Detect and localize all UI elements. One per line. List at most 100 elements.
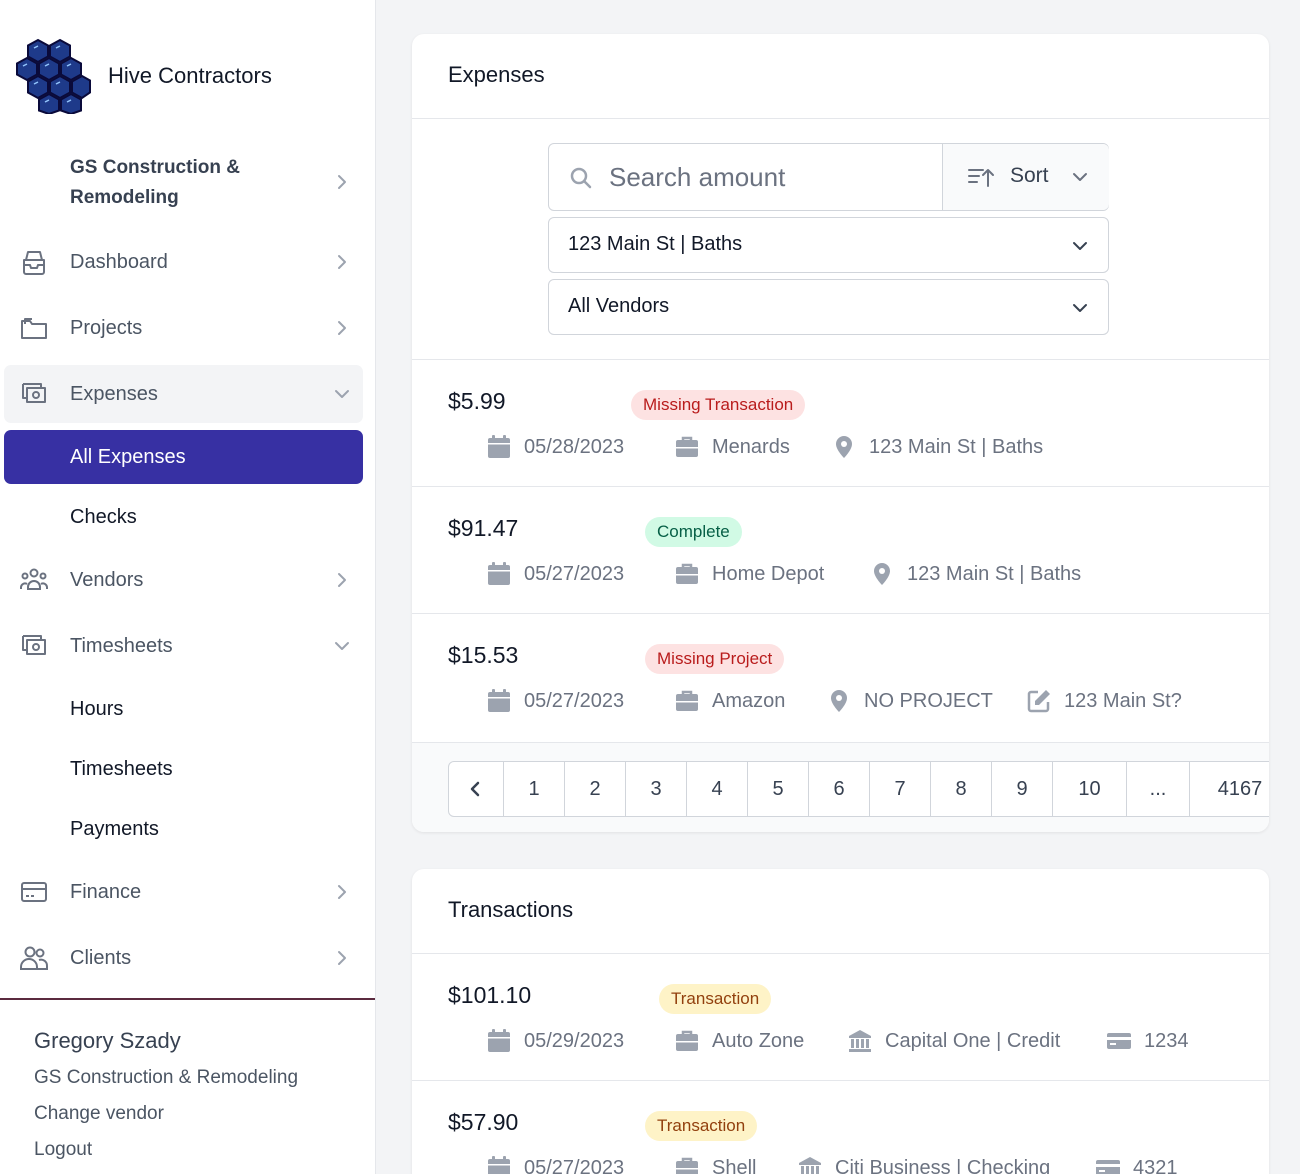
nav-payments-label: Payments xyxy=(70,817,159,840)
nav-finance-label: Finance xyxy=(70,880,142,903)
inbox-icon xyxy=(23,251,45,275)
expense-vendor-text: Amazon xyxy=(712,689,786,712)
chevron-down-icon xyxy=(335,390,349,398)
expense-date-text: 05/27/2023 xyxy=(524,689,625,712)
expense-row[interactable]: $15.53 Missing Project 05/27/2023 Amazon… xyxy=(412,613,1269,740)
nav-all-expenses[interactable]: All Expenses xyxy=(4,430,363,484)
transaction-row[interactable]: $101.10 Transaction 05/29/2023 Auto Zone… xyxy=(412,953,1269,1080)
hive-logo-icon xyxy=(16,38,91,114)
org-switcher-label[interactable]: GS Construction & Remodeling xyxy=(70,153,290,213)
nav-dashboard[interactable]: Dashboard xyxy=(4,233,363,291)
chevron-left-icon xyxy=(470,781,480,797)
vendor-filter-select[interactable]: All Vendors xyxy=(548,279,1109,335)
expense-project-text: 123 Main St | Baths xyxy=(869,435,1044,458)
expense-date-text: 05/28/2023 xyxy=(524,435,625,458)
project-filter-select[interactable]: 123 Main St | Baths xyxy=(548,217,1109,273)
chevron-down-icon xyxy=(1073,173,1087,181)
chevron-right-icon xyxy=(338,255,346,269)
expense-amount: $91.47 xyxy=(448,515,519,541)
brand-name: Hive Contractors xyxy=(108,63,272,88)
expense-project-text: 123 Main St | Baths xyxy=(907,562,1082,585)
user-name: Gregory Szady xyxy=(34,1028,181,1053)
expense-project: 123 Main St | Baths xyxy=(831,434,1043,460)
nav-expenses-label: Expenses xyxy=(70,382,158,405)
transaction-row[interactable]: $57.90 Transaction 05/27/2023 Shell Citi… xyxy=(412,1080,1269,1174)
nav-projects[interactable]: Projects xyxy=(4,299,363,357)
search-input[interactable] xyxy=(609,158,929,196)
expense-date: 05/27/2023 xyxy=(486,688,624,714)
transaction-account-text: Capital One | Credit xyxy=(885,1029,1061,1052)
expense-date-text: 05/27/2023 xyxy=(524,562,625,585)
page-button[interactable]: 8 xyxy=(931,762,992,816)
nav-expenses[interactable]: Expenses xyxy=(4,365,363,423)
nav-timesheets-label: Timesheets xyxy=(70,634,173,657)
page-button[interactable]: 4 xyxy=(687,762,748,816)
transaction-vendor-text: Auto Zone xyxy=(712,1029,805,1052)
nav-timesheets[interactable]: Timesheets xyxy=(4,617,363,675)
expense-project: NO PROJECT xyxy=(826,688,993,714)
logout-link[interactable]: Logout xyxy=(34,1139,92,1161)
page-button[interactable]: 2 xyxy=(565,762,626,816)
divider xyxy=(412,118,1269,119)
expense-amount: $15.53 xyxy=(448,642,519,668)
page-button[interactable]: 1 xyxy=(504,762,565,816)
page-button[interactable]: 7 xyxy=(870,762,931,816)
cash-icon xyxy=(22,383,46,403)
transaction-vendor-text: Shell xyxy=(712,1156,757,1174)
chevron-down-icon xyxy=(1073,242,1087,250)
expense-vendor-text: Menards xyxy=(712,435,790,458)
brand[interactable]: Hive Contractors xyxy=(14,38,272,114)
briefcase-icon xyxy=(676,436,698,457)
transaction-date-text: 05/29/2023 xyxy=(524,1029,625,1052)
nav-timesheets-sub[interactable]: Timesheets xyxy=(4,742,363,796)
change-vendor-link[interactable]: Change vendor xyxy=(34,1103,164,1125)
nav-finance[interactable]: Finance xyxy=(4,863,363,921)
cash-icon xyxy=(22,635,46,655)
expense-row[interactable]: $5.99 Missing Transaction 05/28/2023 Men… xyxy=(412,359,1269,486)
credit-card-icon xyxy=(1107,1033,1131,1049)
briefcase-icon xyxy=(676,1030,698,1051)
briefcase-icon xyxy=(676,690,698,711)
transaction-date-text: 05/27/2023 xyxy=(524,1156,625,1174)
nav-payments[interactable]: Payments xyxy=(4,802,363,856)
page-button[interactable]: 10 xyxy=(1053,762,1127,816)
page-ellipsis: ... xyxy=(1127,762,1190,816)
calendar-icon xyxy=(488,1156,510,1174)
chevron-right-icon xyxy=(338,321,346,335)
location-pin-icon xyxy=(831,690,847,712)
page-button[interactable]: 9 xyxy=(992,762,1053,816)
transaction-date: 05/27/2023 xyxy=(486,1155,624,1174)
nav-clients[interactable]: Clients xyxy=(4,929,363,987)
search-group: Sort xyxy=(548,143,1109,211)
sort-label: Sort xyxy=(1010,164,1049,187)
prev-page-button[interactable] xyxy=(449,762,504,816)
expense-note-text: 123 Main St? xyxy=(1064,689,1182,712)
page-button[interactable]: 4167 xyxy=(1190,762,1269,816)
expense-vendor: Menards xyxy=(674,434,790,460)
calendar-icon xyxy=(488,689,510,712)
sidebar-divider xyxy=(0,998,375,1000)
chevron-right-icon[interactable] xyxy=(332,172,352,192)
sort-button[interactable]: Sort xyxy=(942,144,1109,210)
transaction-card-text: 1234 xyxy=(1144,1029,1189,1052)
search-icon xyxy=(570,167,592,189)
pagination: 1 2 3 4 5 6 7 8 9 10 ... 4167 xyxy=(448,761,1269,817)
nav-all-expenses-label: All Expenses xyxy=(70,445,186,468)
page-button[interactable]: 3 xyxy=(626,762,687,816)
expense-row[interactable]: $91.47 Complete 05/27/2023 Home Depot 12… xyxy=(412,486,1269,613)
chevron-right-icon xyxy=(338,951,346,965)
expense-vendor: Home Depot xyxy=(674,561,824,587)
nav-checks[interactable]: Checks xyxy=(4,490,363,544)
nav-vendors[interactable]: Vendors xyxy=(4,551,363,609)
chevron-down-icon xyxy=(335,642,349,650)
pencil-square-icon xyxy=(1027,690,1050,713)
nav-clients-label: Clients xyxy=(70,946,132,969)
page-button[interactable]: 6 xyxy=(809,762,870,816)
nav-timesheets-sub-label: Timesheets xyxy=(70,757,173,780)
location-pin-icon xyxy=(874,563,890,585)
transaction-card: 1234 xyxy=(1106,1028,1189,1054)
transaction-account-text: Citi Business | Checking xyxy=(835,1156,1051,1174)
page-button[interactable]: 5 xyxy=(748,762,809,816)
pagination-bar: 1 2 3 4 5 6 7 8 9 10 ... 4167 xyxy=(412,742,1269,832)
nav-hours[interactable]: Hours xyxy=(4,682,363,736)
